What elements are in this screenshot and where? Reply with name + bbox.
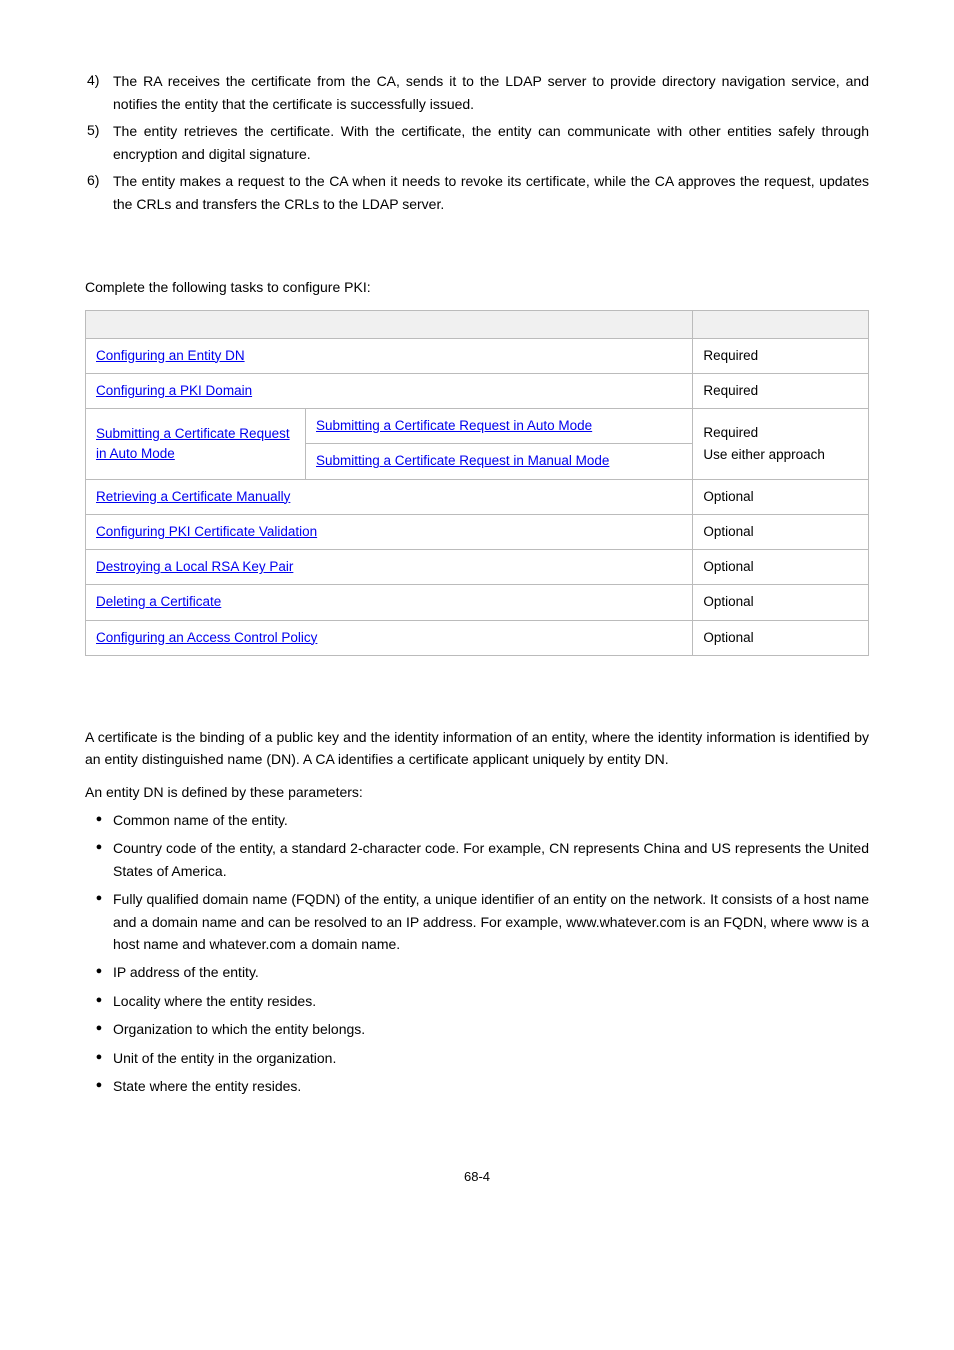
bullet-icon: ● xyxy=(85,961,113,983)
link-configuring-entity-dn[interactable]: Configuring an Entity DN xyxy=(96,348,245,363)
table-row: Retrieving a Certificate Manually Option… xyxy=(86,479,869,514)
list-item: ● Common name of the entity. xyxy=(85,809,869,831)
link-deleting-certificate[interactable]: Deleting a Certificate xyxy=(96,594,221,609)
item-text: The entity retrieves the certificate. Wi… xyxy=(113,120,869,166)
list-item: 4) The RA receives the certificate from … xyxy=(85,70,869,116)
bullet-text: Unit of the entity in the organization. xyxy=(113,1047,869,1069)
page-number: 68-4 xyxy=(85,1167,869,1187)
bullet-icon: ● xyxy=(85,990,113,1012)
item-number: 4) xyxy=(85,70,113,116)
link-submitting-cert-request-manual-mode[interactable]: Submitting a Certificate Request in Manu… xyxy=(316,453,609,468)
item-number: 5) xyxy=(85,120,113,166)
link-retrieving-cert-manually[interactable]: Retrieving a Certificate Manually xyxy=(96,489,290,504)
remarks-cell: Required xyxy=(693,338,869,373)
column-header-remarks xyxy=(693,310,869,338)
link-submitting-cert-request-auto-mode[interactable]: Submitting a Certificate Request in Auto… xyxy=(316,418,592,433)
list-item: 5) The entity retrieves the certificate.… xyxy=(85,120,869,166)
link-destroying-local-rsa-key-pair[interactable]: Destroying a Local RSA Key Pair xyxy=(96,559,293,574)
bullet-icon: ● xyxy=(85,1047,113,1069)
remarks-required: Required xyxy=(703,425,758,440)
link-configuring-pki-domain[interactable]: Configuring a PKI Domain xyxy=(96,383,252,398)
remarks-cell: Optional xyxy=(693,514,869,549)
table-row: Destroying a Local RSA Key Pair Optional xyxy=(86,550,869,585)
table-row: Configuring PKI Certificate Validation O… xyxy=(86,514,869,549)
remarks-use-either: Use either approach xyxy=(703,447,825,462)
remarks-cell: Optional xyxy=(693,479,869,514)
remarks-cell: Required Use either approach xyxy=(693,409,869,480)
bullet-text: IP address of the entity. xyxy=(113,961,869,983)
numbered-list: 4) The RA receives the certificate from … xyxy=(85,70,869,217)
remarks-cell: Optional xyxy=(693,620,869,655)
remarks-cell: Optional xyxy=(693,550,869,585)
list-item: ● IP address of the entity. xyxy=(85,961,869,983)
pki-tasks-table: Configuring an Entity DN Required Config… xyxy=(85,310,869,656)
table-row: Deleting a Certificate Optional xyxy=(86,585,869,620)
table-intro-text: Complete the following tasks to configur… xyxy=(85,277,869,298)
list-item: ● Locality where the entity resides. xyxy=(85,990,869,1012)
bullet-icon: ● xyxy=(85,837,113,882)
bullet-text: State where the entity resides. xyxy=(113,1075,869,1097)
item-text: The entity makes a request to the CA whe… xyxy=(113,170,869,216)
list-item: ● Country code of the entity, a standard… xyxy=(85,837,869,882)
bullet-text: Locality where the entity resides. xyxy=(113,990,869,1012)
list-item: ● Organization to which the entity belon… xyxy=(85,1018,869,1040)
bullet-list: ● Common name of the entity. ● Country c… xyxy=(85,809,869,1097)
remarks-cell: Optional xyxy=(693,585,869,620)
bullet-icon: ● xyxy=(85,1075,113,1097)
list-item: ● State where the entity resides. xyxy=(85,1075,869,1097)
bullet-icon: ● xyxy=(85,888,113,955)
table-row: Configuring a PKI Domain Required xyxy=(86,373,869,408)
remarks-cell: Required xyxy=(693,373,869,408)
link-submitting-cert-request-auto[interactable]: Submitting a Certificate Request in Auto… xyxy=(96,426,290,461)
list-item: ● Fully qualified domain name (FQDN) of … xyxy=(85,888,869,955)
bullet-icon: ● xyxy=(85,1018,113,1040)
link-configuring-access-control-policy[interactable]: Configuring an Access Control Policy xyxy=(96,630,317,645)
bullet-text: Country code of the entity, a standard 2… xyxy=(113,837,869,882)
item-number: 6) xyxy=(85,170,113,216)
column-header-task xyxy=(86,310,693,338)
bullet-text: Common name of the entity. xyxy=(113,809,869,831)
bullet-text: Fully qualified domain name (FQDN) of th… xyxy=(113,888,869,955)
link-configuring-pki-cert-validation[interactable]: Configuring PKI Certificate Validation xyxy=(96,524,317,539)
list-item: ● Unit of the entity in the organization… xyxy=(85,1047,869,1069)
list-item: 6) The entity makes a request to the CA … xyxy=(85,170,869,216)
paragraph-cert-binding: A certificate is the binding of a public… xyxy=(85,726,869,771)
bullet-icon: ● xyxy=(85,809,113,831)
table-row: Submitting a Certificate Request in Auto… xyxy=(86,409,869,444)
paragraph-entity-dn-intro: An entity DN is defined by these paramet… xyxy=(85,781,869,803)
table-row: Configuring an Entity DN Required xyxy=(86,338,869,373)
table-row: Configuring an Access Control Policy Opt… xyxy=(86,620,869,655)
item-text: The RA receives the certificate from the… xyxy=(113,70,869,116)
bullet-text: Organization to which the entity belongs… xyxy=(113,1018,869,1040)
